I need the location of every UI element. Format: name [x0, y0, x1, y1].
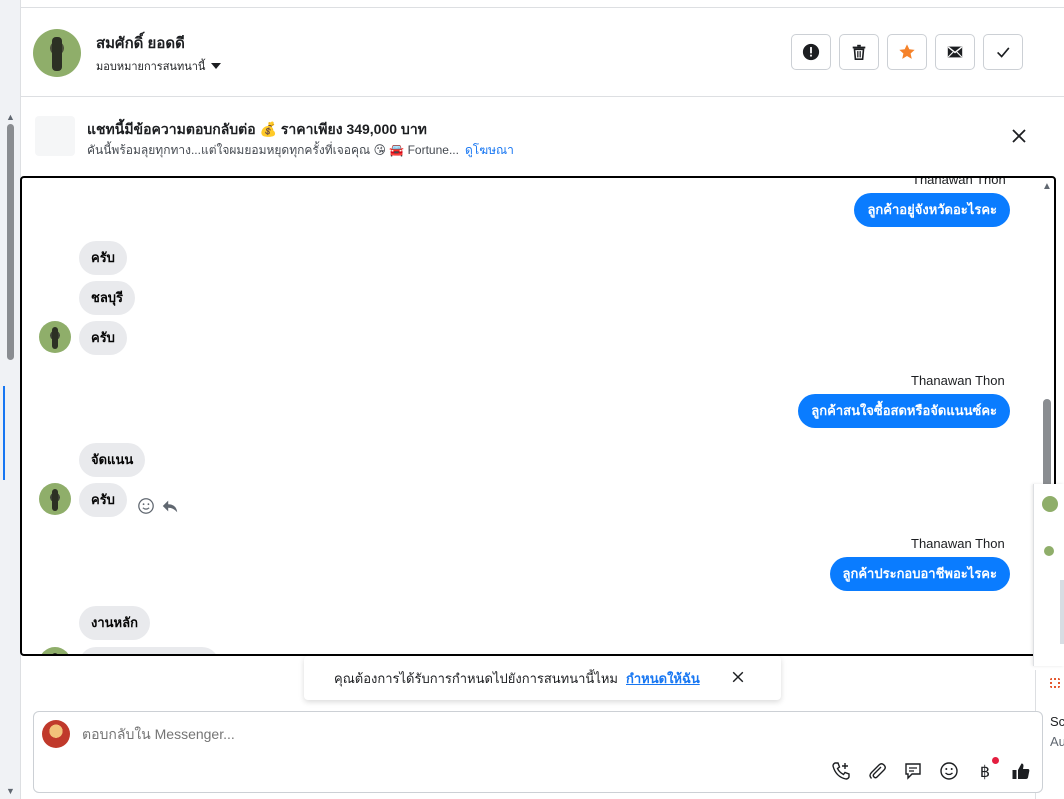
reply-icon[interactable] — [161, 497, 179, 515]
ad-description: คันนี้พร้อมลุยทุกทาง...แต่ใจผมยอมหยุดทุก… — [87, 143, 459, 157]
avatar[interactable] — [39, 321, 71, 353]
app-icon — [1050, 678, 1060, 688]
incoming-message[interactable]: จัดแนน — [79, 443, 146, 477]
call-add-icon[interactable] — [830, 760, 852, 782]
ad-subtitle: คันนี้พร้อมลุยทุกทาง...แต่ใจผมยอมหยุดทุก… — [87, 141, 514, 160]
avatar[interactable] — [39, 647, 71, 654]
conversation-header: สมศักดิ์ ยอดดี มอบหมายการสนทนานี้ — [21, 8, 1064, 97]
trash-icon — [852, 44, 866, 61]
close-icon[interactable] — [730, 669, 746, 685]
outgoing-message[interactable]: ลูกค้าประกอบอาชีพอะไรคะ — [829, 557, 1010, 591]
checkmark-icon — [997, 47, 1010, 58]
scroll-down-arrow-icon[interactable]: ▼ — [6, 786, 15, 796]
sender-name: Thanawan Thon — [911, 536, 1005, 551]
close-icon[interactable] — [1009, 126, 1029, 146]
reminder-text: คุณต้องการได้รับการกำหนดไปยังการสนทนานี้… — [334, 670, 618, 686]
side-card-subtitle: Au — [1050, 734, 1064, 749]
avatar — [1044, 546, 1054, 556]
outgoing-message[interactable]: ลูกค้าอยู่จังหวัดอะไรคะ — [854, 193, 1010, 227]
contact-name[interactable]: สมศักดิ์ ยอดดี — [96, 31, 185, 55]
mark-unread-button[interactable] — [935, 34, 975, 70]
avatar — [42, 720, 70, 748]
scroll-up-arrow-icon[interactable]: ▲ — [1042, 181, 1052, 192]
incoming-message[interactable] — [79, 647, 219, 654]
incoming-message[interactable]: ชลบุรี — [79, 281, 136, 315]
assign-label: มอบหมายการสนทนานี้ — [96, 61, 206, 73]
assign-to-me-link[interactable]: กำหนดให้ฉัน — [626, 668, 700, 689]
message-thread[interactable]: Thanawan Thon ลูกค้าอยู่จังหวัดอะไรคะ คร… — [20, 176, 1056, 656]
ad-title: แชทนี้มีข้อความตอบกลับต่อ 💰 ราคาเพียง 34… — [87, 121, 427, 137]
saved-reply-icon[interactable] — [902, 760, 924, 782]
left-scrollbar-thumb[interactable] — [7, 124, 14, 360]
sender-name: Thanawan Thon — [912, 176, 1006, 187]
composer-toolbar: ฿ — [830, 757, 1032, 782]
caret-down-icon — [211, 63, 222, 69]
scroll-up-arrow-icon[interactable]: ▲ — [6, 112, 15, 122]
reply-input[interactable] — [82, 726, 982, 742]
side-preview-panel[interactable] — [1033, 484, 1064, 666]
assign-dropdown[interactable]: มอบหมายการสนทนานี้ — [96, 57, 222, 75]
emoji-icon[interactable] — [938, 760, 960, 782]
outgoing-message[interactable]: ลูกค้าสนใจซื้อสดหรือจัดแนนซ์คะ — [798, 394, 1010, 428]
view-ad-link[interactable]: ดูโฆษณา — [465, 143, 514, 157]
message-actions — [137, 497, 179, 515]
incoming-message[interactable]: ครับ — [79, 321, 127, 355]
avatar[interactable] — [39, 483, 71, 515]
emoji-react-icon[interactable] — [137, 497, 155, 515]
mark-done-button[interactable] — [983, 34, 1023, 70]
avatar — [1042, 496, 1058, 512]
left-panel-strip: ▲ ▼ — [0, 0, 21, 799]
star-button[interactable] — [887, 34, 927, 70]
like-icon[interactable] — [1010, 760, 1032, 782]
ad-banner: แชทนี้มีข้อความตอบกลับต่อ 💰 ราคาเพียง 34… — [21, 98, 1064, 174]
avatar[interactable] — [33, 29, 81, 77]
star-icon — [899, 44, 915, 59]
envelope-icon — [947, 46, 963, 58]
baht-icon[interactable]: ฿ — [974, 757, 999, 782]
preview-image — [1060, 580, 1064, 644]
incoming-message[interactable]: ครับ — [79, 483, 127, 517]
attachment-icon[interactable] — [866, 760, 888, 782]
ad-thumbnail[interactable] — [35, 116, 75, 156]
sender-name: Thanawan Thon — [911, 373, 1005, 388]
delete-button[interactable] — [839, 34, 879, 70]
reply-composer: ฿ — [33, 711, 1043, 793]
report-button[interactable] — [791, 34, 831, 70]
incoming-message[interactable]: งานหลัก — [79, 606, 150, 640]
side-card-title: Sc — [1050, 714, 1064, 729]
assign-reminder-toast: คุณต้องการได้รับการกำหนดไปยังการสนทนานี้… — [304, 656, 781, 700]
incoming-message[interactable]: ครับ — [79, 241, 127, 275]
exclamation-icon — [802, 43, 820, 61]
active-indicator — [3, 386, 5, 480]
notification-dot — [992, 757, 999, 764]
